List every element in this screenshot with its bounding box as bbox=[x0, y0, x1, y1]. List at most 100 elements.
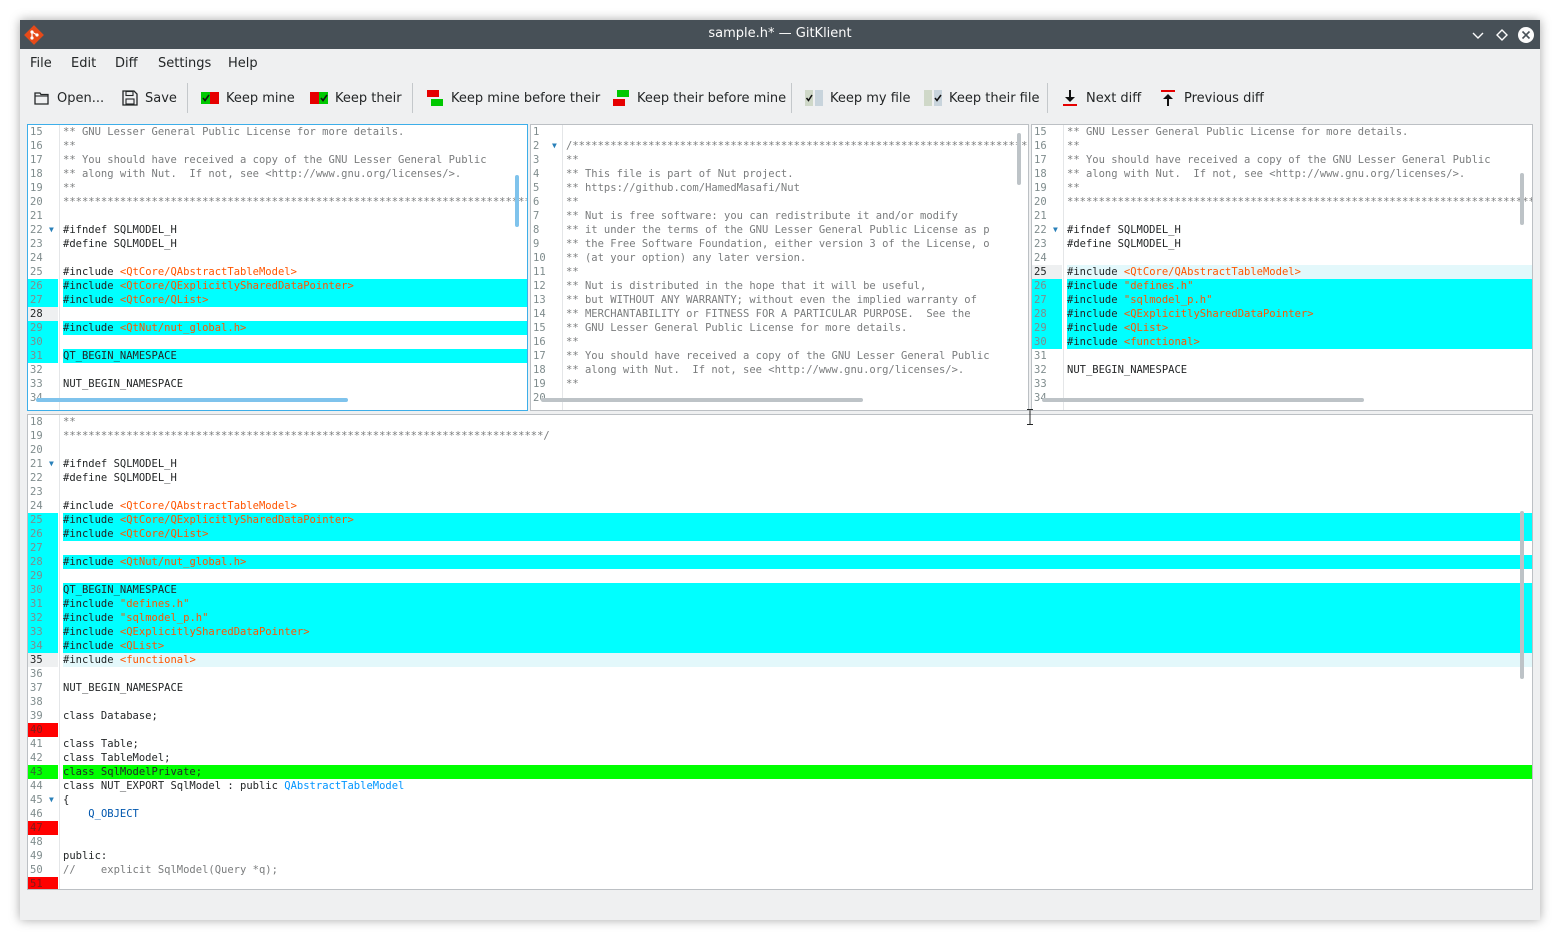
code-line[interactable]: 23 #define SQLMODEL_H bbox=[28, 237, 527, 251]
code-line[interactable]: 13 ** but WITHOUT ANY WARRANTY; without e… bbox=[531, 293, 1028, 307]
code-line[interactable]: 21 bbox=[1032, 209, 1532, 223]
code-line[interactable]: 26 #include <QtCore/QExplicitlySharedData… bbox=[28, 279, 527, 293]
keep-their-before-mine-button[interactable]: Keep their before mine bbox=[611, 86, 786, 110]
code-line[interactable]: 22 ▼ #ifndef SQLMODEL_H bbox=[1032, 223, 1532, 237]
code-line[interactable]: 30 bbox=[28, 335, 527, 349]
base-editor-pane[interactable]: 1 2 ▼/************************************… bbox=[530, 124, 1029, 411]
keep-their-button[interactable]: Keep their bbox=[309, 86, 402, 110]
code-line[interactable]: 40 bbox=[28, 723, 1532, 737]
code-line[interactable]: 7 ** Nut is free software: you can redist… bbox=[531, 209, 1028, 223]
code-line[interactable]: 15 ** GNU Lesser General Public License f… bbox=[1032, 125, 1532, 139]
code-line[interactable]: 29 bbox=[28, 569, 1532, 583]
code-line[interactable]: 20 **************************************… bbox=[1032, 195, 1532, 209]
code-line[interactable]: 32 #include "sqlmodel_p.h" bbox=[28, 611, 1532, 625]
menu-diff[interactable]: Diff bbox=[115, 56, 138, 71]
keep-mine-button[interactable]: Keep mine bbox=[200, 86, 295, 110]
code-line[interactable]: 12 ** Nut is distributed in the hope that… bbox=[531, 279, 1028, 293]
code-line[interactable]: 19 ** bbox=[531, 377, 1028, 391]
code-line[interactable]: 24 bbox=[1032, 251, 1532, 265]
code-line[interactable]: 9 ** the Free Software Foundation, either… bbox=[531, 237, 1028, 251]
code-line[interactable]: 1 bbox=[531, 125, 1028, 139]
code-line[interactable]: 29 #include <QtNut/nut_global.h> bbox=[28, 321, 527, 335]
mine-editor-pane[interactable]: 15 ** GNU Lesser General Public License f… bbox=[27, 124, 528, 411]
code-line[interactable]: 28 #include <QtNut/nut_global.h> bbox=[28, 555, 1532, 569]
title-bar[interactable]: sample.h* — GitKlient bbox=[20, 20, 1540, 49]
code-lines[interactable]: 15 ** GNU Lesser General Public License f… bbox=[1032, 125, 1532, 405]
code-line[interactable]: 31 bbox=[1032, 349, 1532, 363]
code-line[interactable]: 28 #include <QExplicitlySharedDataPointer… bbox=[1032, 307, 1532, 321]
keep-their-file-button[interactable]: Keep their file bbox=[923, 86, 1039, 110]
code-line[interactable]: 17 ** You should have received a copy of … bbox=[1032, 153, 1532, 167]
code-line[interactable]: 11 ** bbox=[531, 265, 1028, 279]
code-line[interactable]: 46 Q_OBJECT bbox=[28, 807, 1532, 821]
code-line[interactable]: 25 #include <QtCore/QAbstractTableModel> bbox=[28, 265, 527, 279]
code-line[interactable]: 28 bbox=[28, 307, 527, 321]
code-line[interactable]: 27 bbox=[28, 541, 1532, 555]
menu-file[interactable]: File bbox=[30, 56, 52, 71]
code-line[interactable]: 6 ** bbox=[531, 195, 1028, 209]
code-line[interactable]: 27 #include "sqlmodel_p.h" bbox=[1032, 293, 1532, 307]
code-line[interactable]: 48 bbox=[28, 835, 1532, 849]
code-line[interactable]: 37 NUT_BEGIN_NAMESPACE bbox=[28, 681, 1532, 695]
code-line[interactable]: 18 ** along with Nut. If not, see <http:/… bbox=[28, 167, 527, 181]
code-line[interactable]: 15 ** GNU Lesser General Public License f… bbox=[531, 321, 1028, 335]
code-line[interactable]: 16 ** bbox=[531, 335, 1028, 349]
code-line[interactable]: 36 bbox=[28, 667, 1532, 681]
code-line[interactable]: 23 #define SQLMODEL_H bbox=[1032, 237, 1532, 251]
save-button[interactable]: Save bbox=[121, 86, 177, 110]
code-line[interactable]: 20 **************************************… bbox=[28, 195, 527, 209]
code-line[interactable]: 39 class Database; bbox=[28, 709, 1532, 723]
menu-help[interactable]: Help bbox=[228, 56, 258, 71]
code-line[interactable]: 25 #include <QtCore/QAbstractTableModel> bbox=[1032, 265, 1532, 279]
previous-diff-button[interactable]: Previous diff bbox=[1158, 86, 1264, 110]
code-line[interactable]: 18 ** along with Nut. If not, see <http:/… bbox=[531, 363, 1028, 377]
vertical-scrollbar[interactable] bbox=[515, 175, 519, 227]
code-line[interactable]: 17 ** You should have received a copy of … bbox=[531, 349, 1028, 363]
code-line[interactable]: 33 bbox=[1032, 377, 1532, 391]
code-line[interactable]: 19 ** bbox=[1032, 181, 1532, 195]
code-line[interactable]: 23 bbox=[28, 485, 1532, 499]
code-line[interactable]: 25 #include <QtCore/QExplicitlySharedData… bbox=[28, 513, 1532, 527]
code-line[interactable]: 5 ** https://github.com/HamedMasafi/Nut bbox=[531, 181, 1028, 195]
vertical-scrollbar[interactable] bbox=[1017, 133, 1021, 185]
menu-edit[interactable]: Edit bbox=[71, 56, 96, 71]
horizontal-scrollbar[interactable] bbox=[36, 398, 348, 402]
fold-arrow-icon[interactable]: ▼ bbox=[552, 139, 557, 153]
code-line[interactable]: 45 ▼{ bbox=[28, 793, 1532, 807]
code-line[interactable]: 42 class TableModel; bbox=[28, 751, 1532, 765]
code-line[interactable]: 15 ** GNU Lesser General Public License f… bbox=[28, 125, 527, 139]
keep-my-file-button[interactable]: Keep my file bbox=[804, 86, 911, 110]
code-line[interactable]: 29 #include <QList> bbox=[1032, 321, 1532, 335]
horizontal-scrollbar[interactable] bbox=[541, 398, 863, 402]
code-line[interactable]: 32 bbox=[28, 363, 527, 377]
code-line[interactable]: 24 #include <QtCore/QAbstractTableModel> bbox=[28, 499, 1532, 513]
fold-arrow-icon[interactable]: ▼ bbox=[49, 793, 54, 807]
code-line[interactable]: 33 #include <QExplicitlySharedDataPointer… bbox=[28, 625, 1532, 639]
code-line[interactable]: 22 #define SQLMODEL_H bbox=[28, 471, 1532, 485]
close-icon[interactable] bbox=[1516, 25, 1536, 45]
code-line[interactable]: 21 ▼ #ifndef SQLMODEL_H bbox=[28, 457, 1532, 471]
code-line[interactable]: 8 ** it under the terms of the GNU Lesser… bbox=[531, 223, 1028, 237]
keep-mine-before-their-button[interactable]: Keep mine before their bbox=[425, 86, 600, 110]
result-editor-pane[interactable]: 18 ** 19 **********************************… bbox=[27, 414, 1533, 890]
code-line[interactable]: 38 bbox=[28, 695, 1532, 709]
code-line[interactable]: 4 ** This file is part of Nut project. bbox=[531, 167, 1028, 181]
fold-arrow-icon[interactable]: ▼ bbox=[49, 223, 54, 237]
fold-arrow-icon[interactable]: ▼ bbox=[49, 457, 54, 471]
code-line[interactable]: 30 QT_BEGIN_NAMESPACE bbox=[28, 583, 1532, 597]
fold-arrow-icon[interactable]: ▼ bbox=[1053, 223, 1058, 237]
code-line[interactable]: 16 ** bbox=[1032, 139, 1532, 153]
code-line[interactable]: 18 ** along with Nut. If not, see <http:/… bbox=[1032, 167, 1532, 181]
code-line[interactable]: 22 ▼ #ifndef SQLMODEL_H bbox=[28, 223, 527, 237]
code-line[interactable]: 14 ** MERCHANTABILITY or FITNESS FOR A PA… bbox=[531, 307, 1028, 321]
code-line[interactable]: 24 bbox=[28, 251, 527, 265]
code-line[interactable]: 18 ** bbox=[28, 415, 1532, 429]
vertical-scrollbar[interactable] bbox=[1520, 511, 1524, 679]
code-line[interactable]: 35 #include <functional> bbox=[28, 653, 1532, 667]
code-lines[interactable]: 15 ** GNU Lesser General Public License f… bbox=[28, 125, 527, 405]
code-line[interactable]: 31 QT_BEGIN_NAMESPACE bbox=[28, 349, 527, 363]
maximize-icon[interactable] bbox=[1492, 25, 1512, 45]
code-line[interactable]: 19 **************************************… bbox=[28, 429, 1532, 443]
horizontal-scrollbar[interactable] bbox=[1042, 398, 1364, 402]
menu-settings[interactable]: Settings bbox=[158, 56, 211, 71]
